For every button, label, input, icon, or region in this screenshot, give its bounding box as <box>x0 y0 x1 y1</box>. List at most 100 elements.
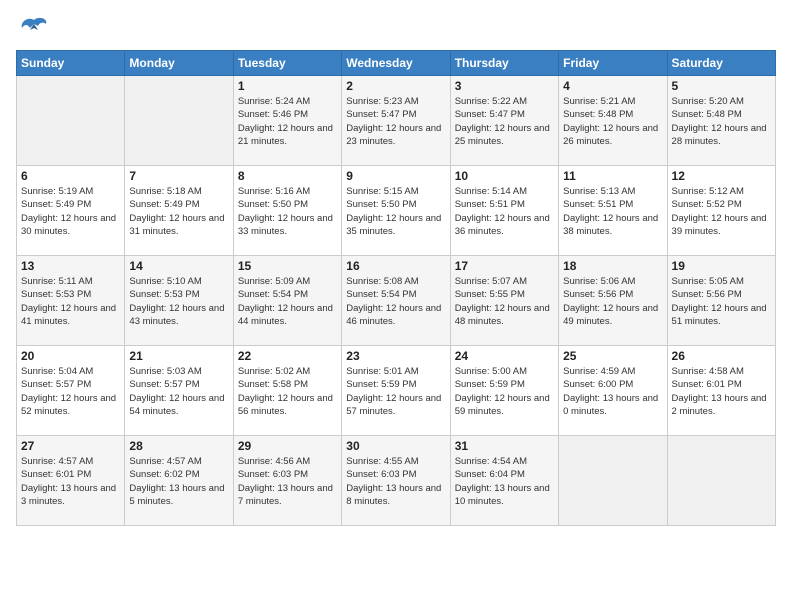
day-number: 31 <box>455 439 554 453</box>
logo-bird-icon <box>20 16 48 40</box>
day-number: 9 <box>346 169 445 183</box>
column-header-sunday: Sunday <box>17 51 125 76</box>
calendar-cell <box>125 76 233 166</box>
page-header <box>16 16 776 40</box>
day-number: 3 <box>455 79 554 93</box>
day-number: 12 <box>672 169 771 183</box>
day-info: Sunrise: 5:14 AM Sunset: 5:51 PM Dayligh… <box>455 185 554 238</box>
calendar-cell: 6Sunrise: 5:19 AM Sunset: 5:49 PM Daylig… <box>17 166 125 256</box>
day-number: 4 <box>563 79 662 93</box>
day-info: Sunrise: 5:10 AM Sunset: 5:53 PM Dayligh… <box>129 275 228 328</box>
day-number: 26 <box>672 349 771 363</box>
calendar-week-row: 1 Sunrise: 5:24 AM Sunset: 5:46 PM Daylig… <box>17 76 776 166</box>
day-info: Sunrise: 5:15 AM Sunset: 5:50 PM Dayligh… <box>346 185 445 238</box>
day-info: Sunrise: 4:58 AM Sunset: 6:01 PM Dayligh… <box>672 365 771 418</box>
calendar-cell: 10 Sunrise: 5:14 AM Sunset: 5:51 PM Dayli… <box>450 166 558 256</box>
calendar-week-row: 20 Sunrise: 5:04 AM Sunset: 5:57 PM Dayli… <box>17 346 776 436</box>
calendar-cell: 17 Sunrise: 5:07 AM Sunset: 5:55 PM Dayli… <box>450 256 558 346</box>
calendar-cell: 5 Sunrise: 5:20 AM Sunset: 5:48 PM Daylig… <box>667 76 775 166</box>
calendar-header-row: SundayMondayTuesdayWednesdayThursdayFrid… <box>17 51 776 76</box>
day-info: Sunrise: 5:16 AM Sunset: 5:50 PM Dayligh… <box>238 185 337 238</box>
column-header-wednesday: Wednesday <box>342 51 450 76</box>
day-number: 27 <box>21 439 120 453</box>
day-info: Sunrise: 5:20 AM Sunset: 5:48 PM Dayligh… <box>672 95 771 148</box>
column-header-monday: Monday <box>125 51 233 76</box>
calendar-cell: 1 Sunrise: 5:24 AM Sunset: 5:46 PM Daylig… <box>233 76 341 166</box>
calendar-cell: 27 Sunrise: 4:57 AM Sunset: 6:01 PM Dayli… <box>17 436 125 526</box>
day-number: 23 <box>346 349 445 363</box>
day-info: Sunrise: 5:22 AM Sunset: 5:47 PM Dayligh… <box>455 95 554 148</box>
day-info: Sunrise: 5:12 AM Sunset: 5:52 PM Dayligh… <box>672 185 771 238</box>
day-info: Sunrise: 5:03 AM Sunset: 5:57 PM Dayligh… <box>129 365 228 418</box>
day-info: Sunrise: 5:02 AM Sunset: 5:58 PM Dayligh… <box>238 365 337 418</box>
calendar-cell: 12 Sunrise: 5:12 AM Sunset: 5:52 PM Dayli… <box>667 166 775 256</box>
calendar-cell: 7 Sunrise: 5:18 AM Sunset: 5:49 PM Daylig… <box>125 166 233 256</box>
column-header-saturday: Saturday <box>667 51 775 76</box>
day-info: Sunrise: 5:24 AM Sunset: 5:46 PM Dayligh… <box>238 95 337 148</box>
day-info: Sunrise: 4:57 AM Sunset: 6:01 PM Dayligh… <box>21 455 120 508</box>
calendar-cell: 9 Sunrise: 5:15 AM Sunset: 5:50 PM Daylig… <box>342 166 450 256</box>
calendar-cell: 16 Sunrise: 5:08 AM Sunset: 5:54 PM Dayli… <box>342 256 450 346</box>
day-number: 5 <box>672 79 771 93</box>
day-number: 6 <box>21 169 120 183</box>
calendar-cell: 28 Sunrise: 4:57 AM Sunset: 6:02 PM Dayli… <box>125 436 233 526</box>
calendar-cell: 23Sunrise: 5:01 AM Sunset: 5:59 PM Dayli… <box>342 346 450 436</box>
day-number: 18 <box>563 259 662 273</box>
day-info: Sunrise: 5:18 AM Sunset: 5:49 PM Dayligh… <box>129 185 228 238</box>
day-info: Sunrise: 5:00 AM Sunset: 5:59 PM Dayligh… <box>455 365 554 418</box>
day-info: Sunrise: 4:56 AM Sunset: 6:03 PM Dayligh… <box>238 455 337 508</box>
day-number: 11 <box>563 169 662 183</box>
column-header-friday: Friday <box>559 51 667 76</box>
day-number: 19 <box>672 259 771 273</box>
calendar-cell: 4Sunrise: 5:21 AM Sunset: 5:48 PM Daylig… <box>559 76 667 166</box>
day-info: Sunrise: 5:13 AM Sunset: 5:51 PM Dayligh… <box>563 185 662 238</box>
calendar-cell: 24 Sunrise: 5:00 AM Sunset: 5:59 PM Dayli… <box>450 346 558 436</box>
day-number: 29 <box>238 439 337 453</box>
calendar-cell: 30Sunrise: 4:55 AM Sunset: 6:03 PM Dayli… <box>342 436 450 526</box>
day-number: 17 <box>455 259 554 273</box>
calendar-cell: 11 Sunrise: 5:13 AM Sunset: 5:51 PM Dayli… <box>559 166 667 256</box>
column-header-thursday: Thursday <box>450 51 558 76</box>
calendar-cell: 25Sunrise: 4:59 AM Sunset: 6:00 PM Dayli… <box>559 346 667 436</box>
day-info: Sunrise: 5:23 AM Sunset: 5:47 PM Dayligh… <box>346 95 445 148</box>
day-number: 16 <box>346 259 445 273</box>
column-header-tuesday: Tuesday <box>233 51 341 76</box>
day-number: 20 <box>21 349 120 363</box>
day-info: Sunrise: 5:07 AM Sunset: 5:55 PM Dayligh… <box>455 275 554 328</box>
day-info: Sunrise: 5:08 AM Sunset: 5:54 PM Dayligh… <box>346 275 445 328</box>
day-info: Sunrise: 5:09 AM Sunset: 5:54 PM Dayligh… <box>238 275 337 328</box>
day-number: 10 <box>455 169 554 183</box>
calendar-cell <box>17 76 125 166</box>
logo <box>16 16 48 40</box>
calendar-cell: 14Sunrise: 5:10 AM Sunset: 5:53 PM Dayli… <box>125 256 233 346</box>
calendar-cell: 26 Sunrise: 4:58 AM Sunset: 6:01 PM Dayli… <box>667 346 775 436</box>
day-number: 22 <box>238 349 337 363</box>
calendar-cell: 22 Sunrise: 5:02 AM Sunset: 5:58 PM Dayli… <box>233 346 341 436</box>
calendar-table: SundayMondayTuesdayWednesdayThursdayFrid… <box>16 50 776 526</box>
calendar-cell: 2 Sunrise: 5:23 AM Sunset: 5:47 PM Daylig… <box>342 76 450 166</box>
calendar-cell: 18Sunrise: 5:06 AM Sunset: 5:56 PM Dayli… <box>559 256 667 346</box>
calendar-cell: 31 Sunrise: 4:54 AM Sunset: 6:04 PM Dayli… <box>450 436 558 526</box>
day-info: Sunrise: 5:04 AM Sunset: 5:57 PM Dayligh… <box>21 365 120 418</box>
day-number: 2 <box>346 79 445 93</box>
day-number: 28 <box>129 439 228 453</box>
day-number: 24 <box>455 349 554 363</box>
day-number: 15 <box>238 259 337 273</box>
day-number: 7 <box>129 169 228 183</box>
day-info: Sunrise: 4:54 AM Sunset: 6:04 PM Dayligh… <box>455 455 554 508</box>
calendar-cell: 3 Sunrise: 5:22 AM Sunset: 5:47 PM Daylig… <box>450 76 558 166</box>
calendar-cell: 20 Sunrise: 5:04 AM Sunset: 5:57 PM Dayli… <box>17 346 125 436</box>
day-number: 21 <box>129 349 228 363</box>
calendar-cell <box>559 436 667 526</box>
calendar-cell: 19Sunrise: 5:05 AM Sunset: 5:56 PM Dayli… <box>667 256 775 346</box>
day-info: Sunrise: 4:55 AM Sunset: 6:03 PM Dayligh… <box>346 455 445 508</box>
day-number: 8 <box>238 169 337 183</box>
calendar-cell: 8 Sunrise: 5:16 AM Sunset: 5:50 PM Daylig… <box>233 166 341 256</box>
calendar-cell: 13Sunrise: 5:11 AM Sunset: 5:53 PM Dayli… <box>17 256 125 346</box>
calendar-week-row: 6Sunrise: 5:19 AM Sunset: 5:49 PM Daylig… <box>17 166 776 256</box>
day-info: Sunrise: 4:57 AM Sunset: 6:02 PM Dayligh… <box>129 455 228 508</box>
calendar-cell: 29 Sunrise: 4:56 AM Sunset: 6:03 PM Dayli… <box>233 436 341 526</box>
day-info: Sunrise: 4:59 AM Sunset: 6:00 PM Dayligh… <box>563 365 662 418</box>
calendar-cell: 15 Sunrise: 5:09 AM Sunset: 5:54 PM Dayli… <box>233 256 341 346</box>
day-number: 1 <box>238 79 337 93</box>
